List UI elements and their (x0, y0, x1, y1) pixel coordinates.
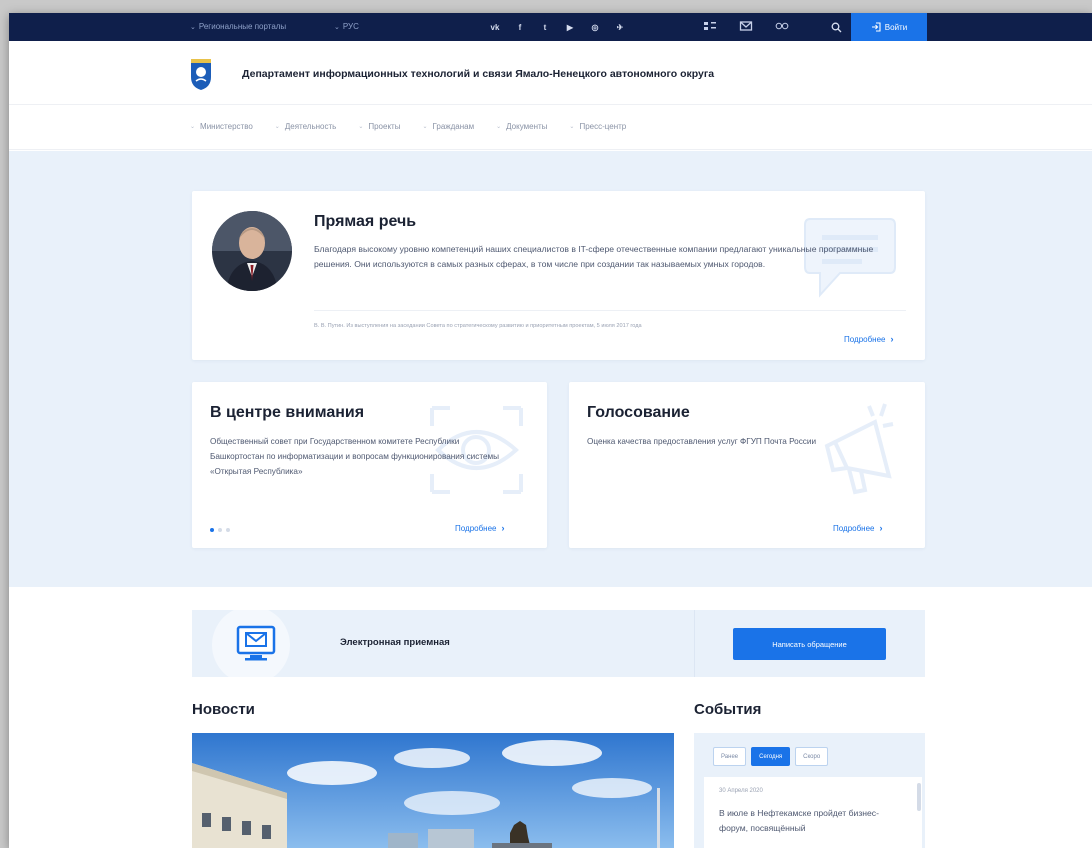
electronic-reception-bar: Электронная приемная Написать обращение (192, 610, 925, 677)
more-link-label: Подробнее (833, 523, 875, 533)
browser-page: ⌄ Региональные порталы ⌄ РУС vk f t ▶ ◎ … (9, 13, 1092, 848)
login-icon (871, 22, 881, 32)
language-label: РУС (342, 22, 359, 31)
chevron-down-icon: ⌄ (358, 124, 364, 130)
chevron-down-icon: ⌄ (496, 124, 502, 130)
youtube-icon[interactable]: ▶ (564, 21, 576, 33)
tab-soon[interactable]: Скоро (795, 747, 829, 766)
divider (694, 610, 695, 677)
event-text: В июле в Нефтекамске пройдет бизнес-фору… (719, 808, 879, 833)
event-date: 30 Апреля 2020 (719, 788, 763, 794)
department-title[interactable]: Департамент информационных технологий и … (242, 68, 714, 80)
nav-item-label: Пресс-центр (579, 122, 627, 131)
login-label: Войти (884, 22, 908, 32)
telegram-icon[interactable]: ✈ (614, 21, 626, 33)
news-photo[interactable] (192, 733, 674, 848)
coat-of-arms-logo[interactable] (189, 55, 213, 91)
chevron-down-icon: ⌄ (190, 124, 196, 130)
tab-today[interactable]: Сегодня (751, 747, 791, 766)
events-scrollbar[interactable] (917, 783, 921, 811)
event-item[interactable]: 30 Апреля 2020 В июле в Нефтекамске прой… (704, 777, 922, 848)
mail-icon[interactable] (739, 20, 753, 32)
reception-title: Электронная приемная (340, 637, 450, 648)
carousel-dot[interactable] (226, 528, 230, 532)
search-icon (831, 22, 841, 32)
chevron-down-icon: ⌄ (422, 124, 428, 130)
nav-item-ministry[interactable]: ⌄ Министерство (190, 122, 253, 131)
chevron-down-icon: ⌄ (334, 23, 340, 31)
events-panel: Ранее Сегодня Скоро 30 Апреля 2020 В июл… (694, 733, 925, 848)
in-focus-title: В центре внимания (210, 404, 365, 421)
events-heading: События (694, 701, 762, 718)
search-button[interactable] (821, 13, 851, 41)
nav-item-projects[interactable]: ⌄ Проекты (358, 122, 400, 131)
facebook-icon[interactable]: f (514, 21, 526, 33)
more-link-label: Подробнее (455, 523, 497, 533)
nav-item-citizens[interactable]: ⌄ Гражданам (422, 122, 474, 131)
nav-item-press-center[interactable]: ⌄ Пресс-центр (569, 122, 626, 131)
news-heading: Новости (192, 701, 255, 718)
voting-more-link[interactable]: Подробнее › (833, 523, 883, 533)
login-button[interactable]: Войти (851, 13, 927, 41)
chevron-right-icon: › (501, 523, 505, 533)
site-header: Департамент информационных технологий и … (9, 41, 1092, 105)
voting-text[interactable]: Оценка качества предоставления услуг ФГУ… (587, 434, 887, 449)
in-focus-more-link[interactable]: Подробнее › (455, 523, 505, 533)
direct-speech-more-link[interactable]: Подробнее › (844, 334, 894, 344)
social-links: vk f t ▶ ◎ ✈ (489, 21, 626, 33)
voting-title: Голосование (587, 404, 690, 421)
sitemap-icon[interactable] (703, 20, 717, 32)
instagram-icon[interactable]: ◎ (589, 21, 601, 33)
chevron-down-icon: ⌄ (190, 23, 196, 31)
accessibility-tools (703, 20, 789, 32)
speaker-portrait (212, 211, 292, 291)
chevron-right-icon: › (890, 334, 894, 344)
carousel-dot[interactable] (210, 528, 214, 532)
monitor-mail-icon (236, 625, 276, 661)
nav-item-label: Проекты (368, 122, 401, 131)
events-tabs: Ранее Сегодня Скоро (713, 747, 829, 766)
nav-item-documents[interactable]: ⌄ Документы (496, 122, 547, 131)
in-focus-text[interactable]: Общественный совет при Государственном к… (210, 434, 510, 479)
twitter-icon[interactable]: t (539, 21, 551, 33)
hero-section: Прямая речь Благодаря высокому уровню ко… (9, 151, 1092, 587)
language-selector[interactable]: ⌄ РУС (334, 22, 359, 31)
megaphone-icon (824, 403, 894, 495)
more-link-label: Подробнее (844, 334, 886, 344)
divider (314, 310, 906, 311)
chevron-right-icon: › (879, 523, 883, 533)
chevron-down-icon: ⌄ (274, 124, 280, 130)
carousel-dots (210, 528, 230, 532)
write-appeal-button[interactable]: Написать обращение (733, 628, 886, 660)
regional-portals-link[interactable]: ⌄ Региональные порталы (190, 22, 286, 31)
nav-item-label: Гражданам (432, 122, 475, 131)
chevron-down-icon: ⌄ (569, 124, 575, 130)
quote-source: В. В. Путин. Из выступления на заседании… (314, 323, 642, 329)
regional-portals-label: Региональные порталы (198, 22, 287, 31)
direct-speech-card: Прямая речь Благодаря высокому уровню ко… (192, 191, 925, 360)
vk-icon[interactable]: vk (489, 21, 501, 33)
nav-item-label: Министерство (200, 122, 253, 131)
main-nav: ⌄ Министерство ⌄ Деятельность ⌄ Проекты ⌄ Гр… (9, 105, 1092, 150)
nav-item-label: Деятельность (284, 122, 337, 131)
nav-item-label: Документы (506, 122, 548, 131)
direct-speech-text: Благодаря высокому уровню компетенций на… (314, 244, 874, 269)
nav-item-activity[interactable]: ⌄ Деятельность (275, 122, 337, 131)
top-bar: ⌄ Региональные порталы ⌄ РУС vk f t ▶ ◎ … (9, 13, 1092, 41)
tab-earlier[interactable]: Ранее (713, 747, 747, 766)
direct-speech-title: Прямая речь (314, 213, 417, 230)
carousel-dot[interactable] (218, 528, 222, 532)
in-focus-card: В центре внимания Общественный совет при… (192, 382, 547, 548)
visually-impaired-icon[interactable] (775, 20, 789, 32)
voting-card: Голосование Оценка качества предоставлен… (569, 382, 925, 548)
